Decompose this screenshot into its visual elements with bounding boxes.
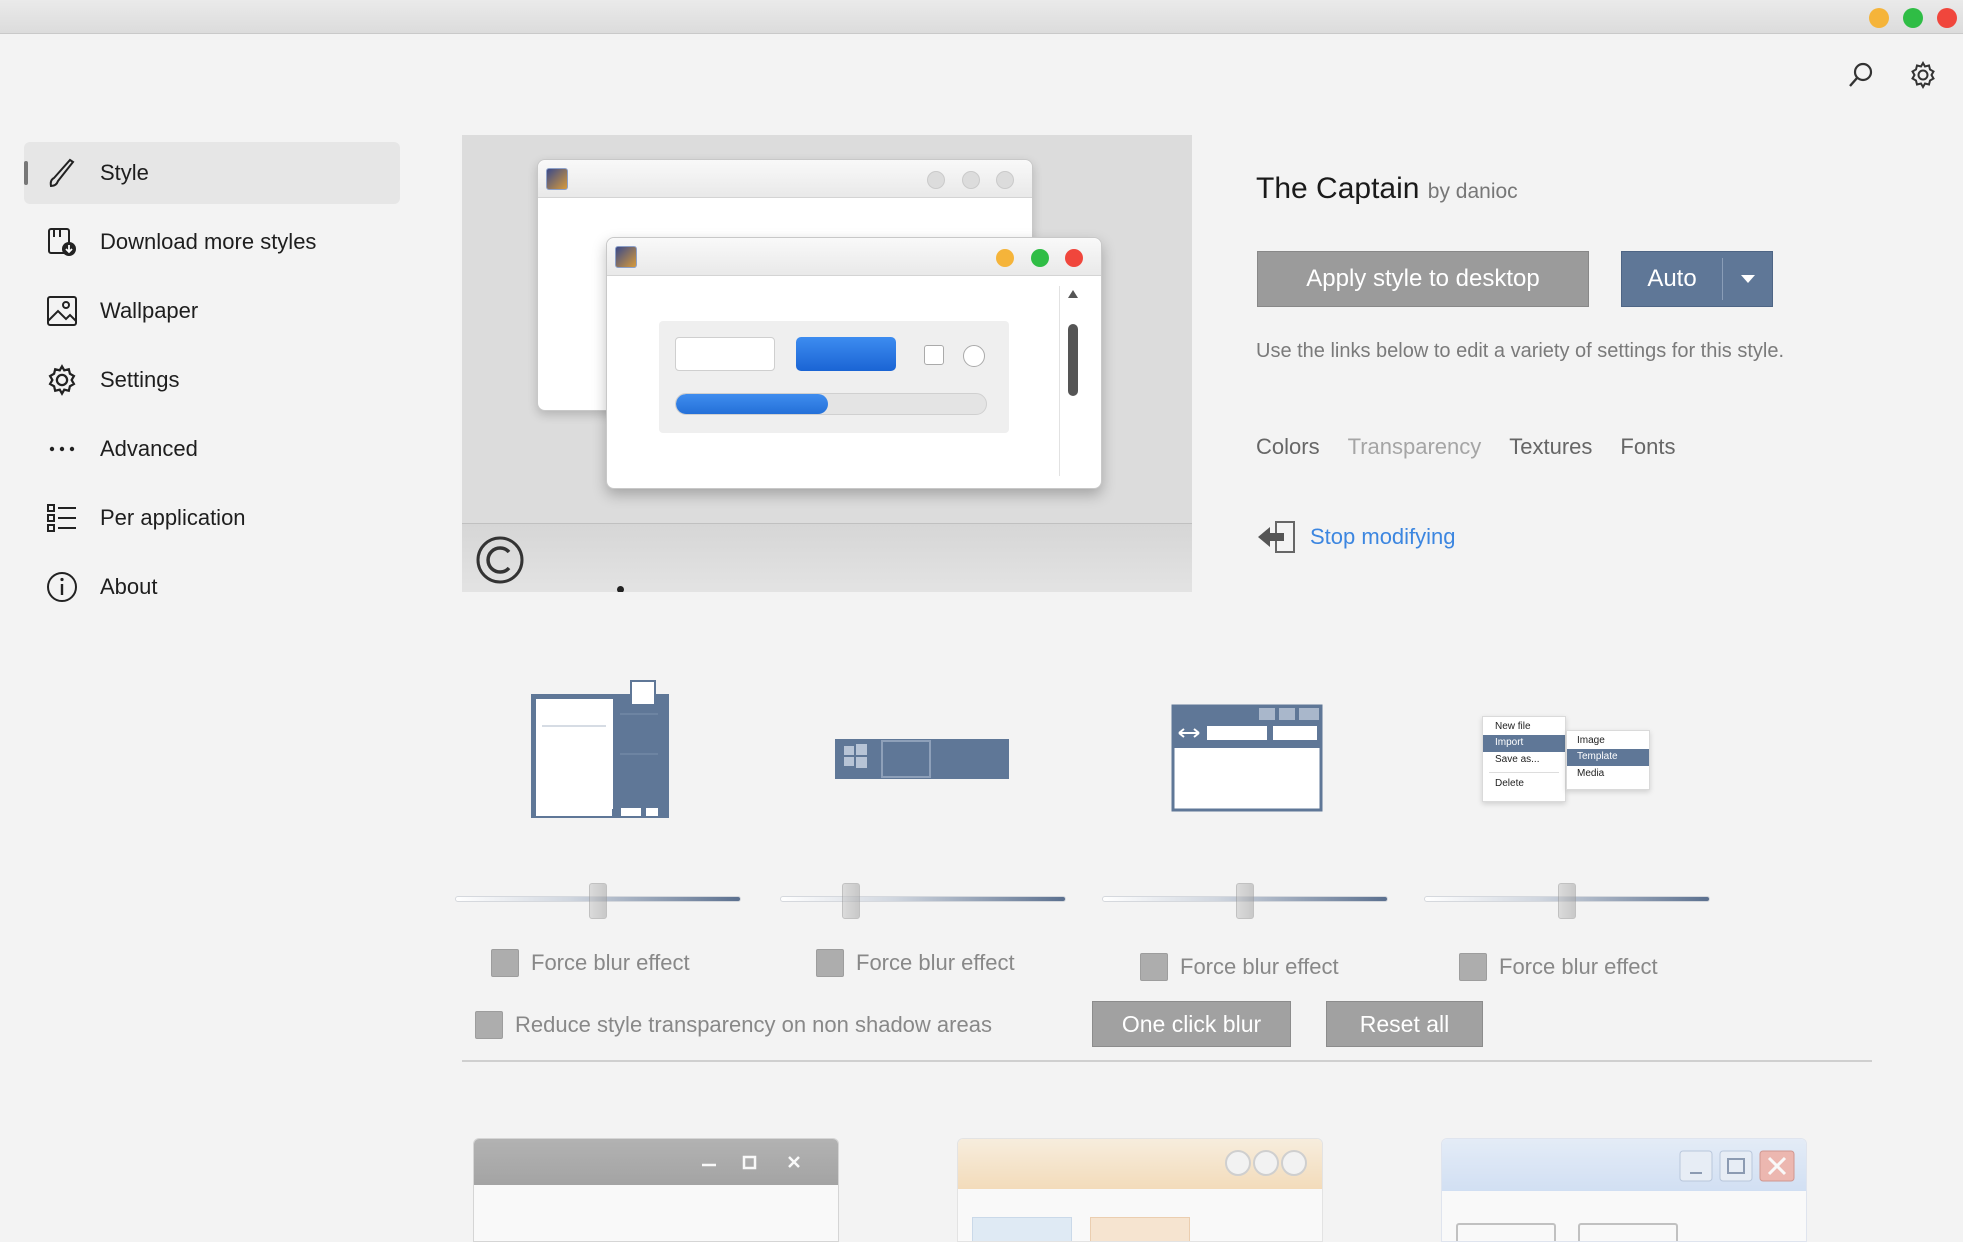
apply-style-button[interactable]: Apply style to desktop <box>1257 251 1589 307</box>
slider-thumb[interactable] <box>842 883 860 919</box>
sidebar-item-settings[interactable]: Settings <box>24 349 400 411</box>
force-blur-checkbox-window-frame[interactable]: Force blur effect <box>491 949 690 977</box>
sidebar-item-download-styles[interactable]: Download more styles <box>24 211 400 273</box>
one-click-blur-button[interactable]: One click blur <box>1092 1001 1291 1047</box>
brush-icon <box>44 155 80 191</box>
minimize-button[interactable] <box>1869 8 1889 28</box>
explorer-bars-icon <box>1171 704 1323 812</box>
reduce-transparency-checkbox[interactable]: Reduce style transparency on non shadow … <box>475 1011 992 1039</box>
style-name: The Captain <box>1256 172 1420 205</box>
exit-arrow-icon <box>1258 521 1295 553</box>
sidebar-item-advanced[interactable]: Advanced <box>24 418 400 480</box>
list-icon <box>44 500 80 536</box>
style-thumbnail-3[interactable] <box>1441 1138 1807 1242</box>
sidebar-item-about[interactable]: About <box>24 556 400 618</box>
slider-thumb[interactable] <box>1236 883 1254 919</box>
settings-gear-icon <box>44 362 80 398</box>
gear-icon[interactable] <box>1906 58 1940 92</box>
mode-dropdown[interactable]: Auto <box>1621 251 1773 307</box>
force-blur-checkbox-explorer-bars[interactable]: Force blur effect <box>1140 953 1339 981</box>
transparency-slider-taskbar[interactable] <box>780 883 1066 919</box>
link-transparency[interactable]: Transparency <box>1348 434 1482 460</box>
force-blur-checkbox-taskbar[interactable]: Force blur effect <box>816 949 1015 977</box>
sidebar-item-label: Per application <box>100 505 246 530</box>
chevron-down-icon[interactable] <box>1723 274 1772 284</box>
taskbar-icon <box>835 739 1009 779</box>
app-icon <box>615 246 637 268</box>
style-thumbnail-1[interactable] <box>473 1138 839 1242</box>
start-logo-icon <box>476 536 524 584</box>
sidebar-item-label: Advanced <box>100 436 198 461</box>
window-frame-icon <box>531 680 669 818</box>
image-icon <box>44 293 80 329</box>
stop-modifying-link[interactable]: Stop modifying <box>1256 518 1456 556</box>
style-preview <box>462 135 1192 592</box>
sidebar-item-label: Settings <box>100 367 180 392</box>
style-settings-links: Colors Transparency Textures Fonts <box>1256 434 1675 460</box>
transparency-slider-explorer-bars[interactable] <box>1102 883 1388 919</box>
search-icon[interactable] <box>1844 58 1878 92</box>
sidebar-item-label: Wallpaper <box>100 298 199 323</box>
menus-icon: New file Import Save as... Delete Image … <box>1482 716 1652 806</box>
app-icon <box>546 168 568 190</box>
sidebar-item-style[interactable]: Style <box>24 142 400 204</box>
section-divider <box>462 1060 1872 1062</box>
preview-checkbox <box>924 345 944 365</box>
transparency-slider-window-frame[interactable] <box>455 883 741 919</box>
info-icon <box>44 569 80 605</box>
preview-scrollbar <box>1059 286 1085 476</box>
style-title: The Captain by danioc <box>1256 172 1518 206</box>
preview-taskbar <box>462 523 1192 592</box>
slider-thumb[interactable] <box>589 883 607 919</box>
style-thumbnails <box>0 1110 1963 1242</box>
more-dots-icon <box>44 431 80 467</box>
sidebar-item-per-application[interactable]: Per application <box>24 487 400 549</box>
mode-label: Auto <box>1647 265 1697 292</box>
transparency-slider-menus[interactable] <box>1424 883 1710 919</box>
sidebar-nav: Style Download more styles Wallpaper Set… <box>24 142 400 625</box>
preview-radio <box>963 345 985 367</box>
force-blur-checkbox-menus[interactable]: Force blur effect <box>1459 953 1658 981</box>
sidebar-item-label: Download more styles <box>100 229 317 254</box>
preview-textbox <box>675 337 775 371</box>
sidebar-item-label: About <box>100 574 158 599</box>
maximize-button[interactable] <box>1903 8 1923 28</box>
stop-modifying-label: Stop modifying <box>1310 524 1456 549</box>
link-fonts[interactable]: Fonts <box>1620 434 1675 460</box>
reset-all-button[interactable]: Reset all <box>1326 1001 1483 1047</box>
window-titlebar <box>0 0 1963 34</box>
link-colors[interactable]: Colors <box>1256 434 1320 460</box>
preview-window-front <box>606 237 1102 489</box>
style-author: by danioc <box>1427 180 1518 203</box>
link-textures[interactable]: Textures <box>1509 434 1592 460</box>
close-button[interactable] <box>1937 8 1957 28</box>
download-styles-icon <box>44 224 80 260</box>
preview-button <box>796 337 896 371</box>
sidebar-item-wallpaper[interactable]: Wallpaper <box>24 280 400 342</box>
sidebar-item-label: Style <box>100 160 149 185</box>
slider-thumb[interactable] <box>1558 883 1576 919</box>
style-thumbnail-2[interactable] <box>957 1138 1323 1242</box>
preview-progressbar <box>675 393 987 415</box>
style-description: Use the links below to edit a variety of… <box>1256 340 1785 362</box>
